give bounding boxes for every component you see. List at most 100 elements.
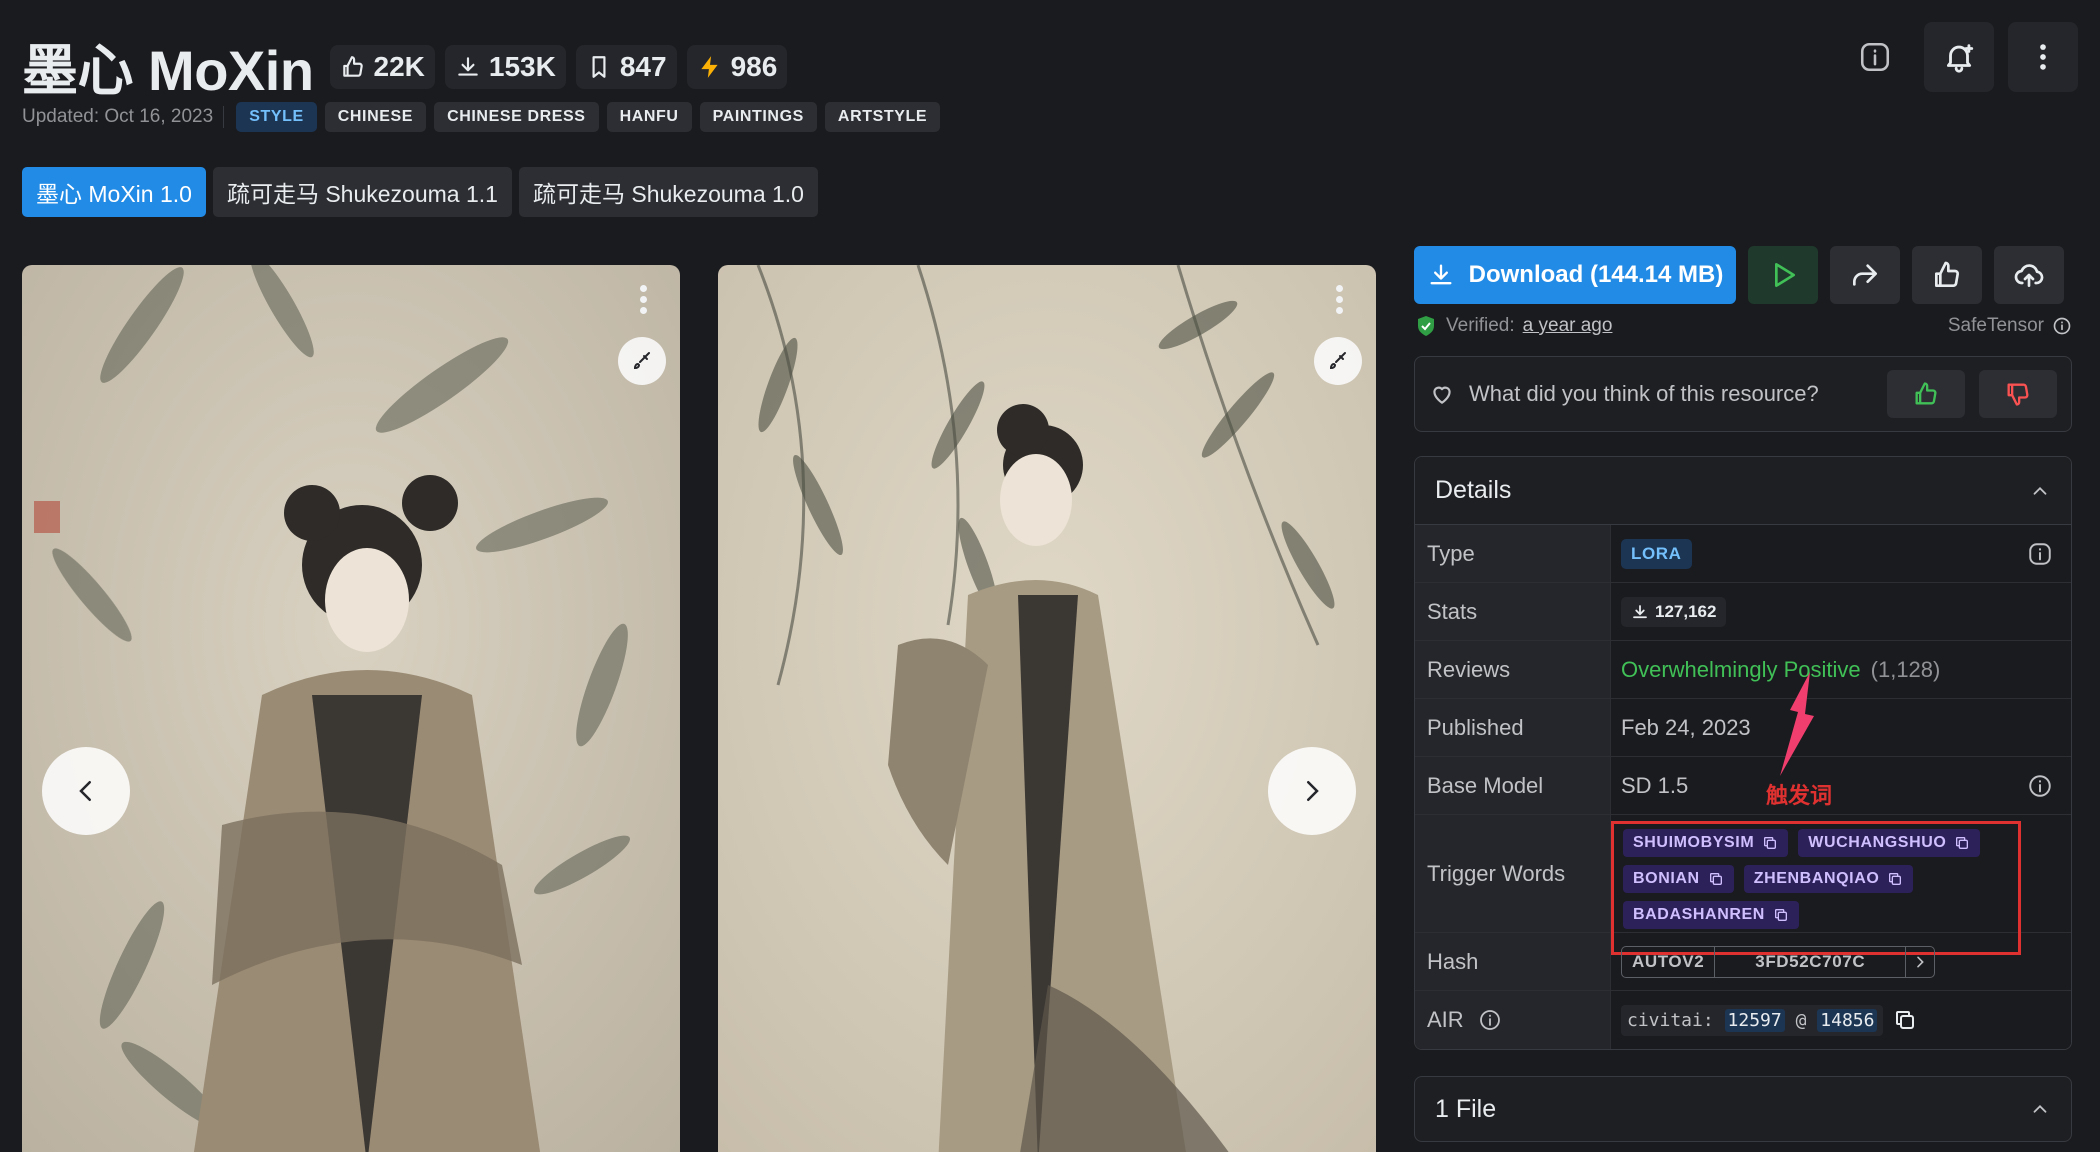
verified-label: Verified: [1446, 315, 1515, 336]
bookmarks-stat[interactable]: 847 [575, 44, 677, 89]
thumb-down-icon [2007, 383, 2029, 406]
buzz-count: 986 [730, 50, 778, 82]
annotation-arrow-icon [1780, 672, 1814, 776]
likes-count: 22K [373, 50, 425, 82]
version-tab-moxin-1-0[interactable]: 墨心 MoXin 1.0 [22, 167, 206, 217]
info-button[interactable] [1840, 22, 1910, 92]
download-label: Download (144.14 MB) [1468, 261, 1724, 288]
download-icon [458, 56, 478, 76]
tag-chinese[interactable]: CHINESE [324, 102, 427, 132]
action-row: Download (144.14 MB) [1414, 246, 2072, 304]
like-button[interactable] [1912, 246, 1982, 304]
base-model-value: SD 1.5 [1621, 772, 1689, 798]
feedback-negative-button[interactable] [1979, 370, 2057, 418]
heart-icon [1433, 386, 1451, 404]
cloud-upload-button[interactable] [1994, 246, 2064, 304]
download-count-badge: 127,162 [1621, 596, 1727, 627]
likes-stat[interactable]: 22K [329, 44, 435, 89]
info-icon[interactable] [2027, 541, 2053, 567]
generate-button[interactable] [1748, 246, 1818, 304]
files-title: 1 File [1435, 1094, 1497, 1123]
meta-row: Updated: Oct 16, 2023 STYLE CHINESE CHIN… [22, 102, 941, 132]
bolt-icon [700, 55, 718, 78]
files-section-header[interactable]: 1 File [1414, 1076, 2072, 1142]
detail-row-base-model: Base Model SD 1.5 [1415, 757, 2071, 815]
downloads-count: 153K [488, 50, 556, 82]
bookmarks-count: 847 [619, 50, 667, 82]
image-more-icon[interactable] [640, 285, 650, 314]
hash-widget[interactable]: AUTOV2 3FD52C707C [1621, 945, 1936, 978]
verified-row: Verified: a year ago SafeTensor [1414, 314, 2072, 338]
file-format: SafeTensor [1947, 315, 2044, 336]
annotation-label: 触发词 [1766, 783, 1833, 808]
info-icon [1860, 42, 1890, 72]
more-menu-button[interactable] [2008, 22, 2078, 92]
info-icon[interactable] [2027, 773, 2053, 799]
model-header: 墨心 MoXin 22K 153K 847 986 [22, 26, 788, 107]
share-button[interactable] [1830, 246, 1900, 304]
gallery-next-button[interactable] [1268, 747, 1356, 835]
bookmark-icon [592, 55, 606, 78]
thumb-up-icon [1935, 261, 1959, 287]
chevron-left-icon [79, 781, 91, 801]
gallery-image-2[interactable] [718, 265, 1376, 1152]
feedback-positive-button[interactable] [1887, 370, 1965, 418]
version-tabs: 墨心 MoXin 1.0 疏可走马 Shukezouma 1.1 疏可走马 Sh… [22, 167, 818, 217]
play-icon [1775, 263, 1795, 287]
detail-row-hash: Hash AUTOV2 3FD52C707C [1415, 933, 2071, 991]
gallery-image-1[interactable] [22, 265, 680, 1152]
stats-label: Stats [1415, 583, 1611, 640]
notify-button[interactable] [1924, 22, 1994, 92]
chevron-up-icon [2033, 1104, 2047, 1113]
published-date: Feb 24, 2023 [1621, 714, 1751, 740]
hash-algorithm[interactable]: AUTOV2 [1622, 946, 1716, 977]
details-panel: Details Type LORA Stats 127,162 Reviews … [1414, 456, 2072, 1050]
info-icon[interactable] [1478, 1008, 1502, 1032]
tag-chinese-dress[interactable]: CHINESE DRESS [434, 102, 599, 132]
tag-paintings[interactable]: PAINTINGS [699, 102, 817, 132]
copy-icon[interactable] [1893, 1008, 1917, 1032]
details-title: Details [1435, 476, 1512, 504]
base-model-label: Base Model [1415, 757, 1611, 814]
detail-row-type: Type LORA [1415, 525, 2071, 583]
details-header[interactable]: Details [1415, 457, 2071, 525]
image-more-icon[interactable] [1336, 285, 1346, 314]
published-label: Published [1415, 699, 1611, 756]
detail-row-air: AIR civitai: 12597 @ 14856 [1415, 991, 2071, 1049]
version-tab-shukezouma-1-1[interactable]: 疏可走马 Shukezouma 1.1 [212, 167, 512, 217]
remix-button[interactable] [618, 337, 666, 385]
download-count: 127,162 [1655, 601, 1717, 621]
ink-painting-image [22, 265, 680, 1152]
reviews-count: (1,128) [1870, 656, 1941, 682]
thumb-up-icon [342, 55, 363, 77]
shield-check-icon [1418, 316, 1434, 336]
chevron-up-icon [2033, 486, 2047, 495]
version-tab-shukezouma-1-0[interactable]: 疏可走马 Shukezouma 1.0 [518, 167, 818, 217]
header-actions [1840, 22, 2078, 92]
tag-hanfu[interactable]: HANFU [606, 102, 692, 132]
info-icon[interactable] [2052, 316, 2072, 336]
download-icon [1633, 604, 1647, 618]
remix-button[interactable] [1314, 337, 1362, 385]
type-badge: LORA [1621, 538, 1692, 569]
reviews-label: Reviews [1415, 641, 1611, 698]
verified-time-link[interactable]: a year ago [1523, 315, 1613, 337]
hash-label: Hash [1415, 933, 1611, 990]
download-button[interactable]: Download (144.14 MB) [1414, 246, 1736, 304]
hash-value[interactable]: 3FD52C707C [1715, 947, 1905, 977]
bell-plus-icon [1946, 44, 1974, 73]
tag-artstyle[interactable]: ARTSTYLE [824, 102, 941, 132]
page-title: 墨心 MoXin [22, 39, 314, 102]
hash-next-button[interactable] [1905, 946, 1934, 977]
detail-row-published: Published Feb 24, 2023 [1415, 699, 2071, 757]
buzz-stat[interactable]: 986 [686, 44, 788, 89]
cloud-upload-icon [2014, 264, 2044, 287]
thumb-up-icon [1915, 382, 1937, 405]
type-label: Type [1415, 525, 1611, 582]
updated-date: Updated: Oct 16, 2023 [22, 106, 225, 128]
chevron-right-icon [1307, 781, 1319, 801]
tag-style[interactable]: STYLE [236, 102, 317, 132]
feedback-prompt: What did you think of this resource? [1469, 381, 1819, 406]
feedback-panel: What did you think of this resource? [1414, 356, 2072, 432]
gallery-prev-button[interactable] [42, 747, 130, 835]
